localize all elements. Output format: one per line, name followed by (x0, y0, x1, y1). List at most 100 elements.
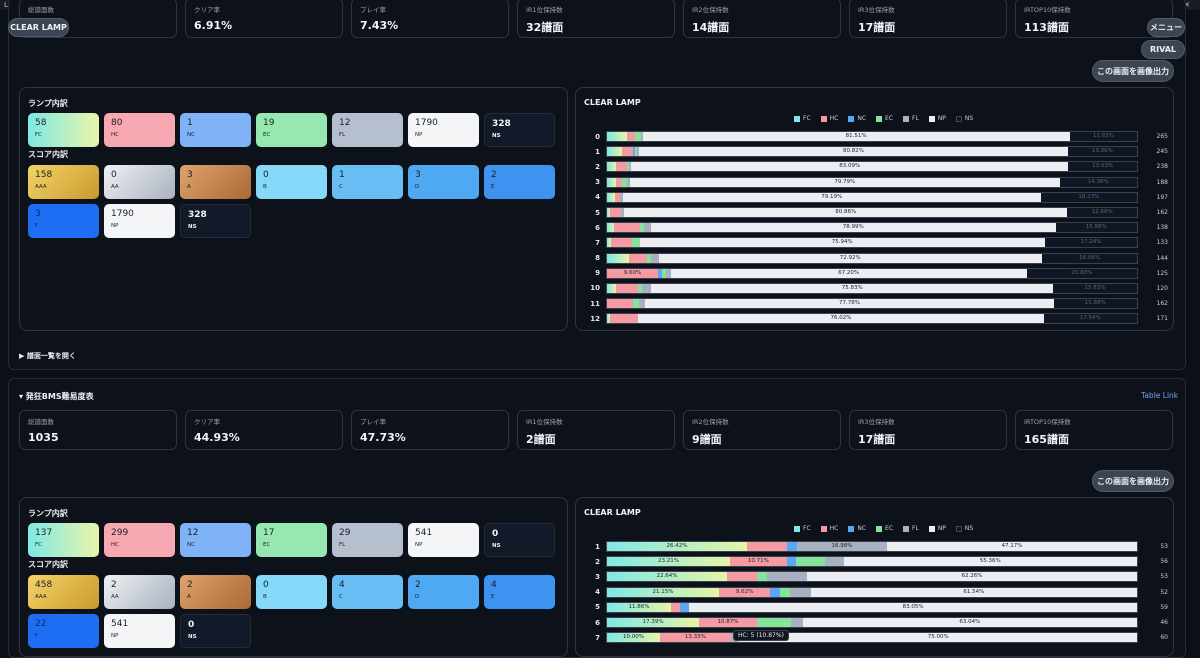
rival-button[interactable]: RIVAL (1141, 40, 1185, 59)
bar-segment-fc[interactable] (607, 177, 616, 187)
bar-segment-fl[interactable] (790, 587, 811, 597)
bar-segment-hc[interactable] (610, 314, 639, 324)
bar-segment-fc[interactable] (607, 162, 616, 172)
stacked-bar[interactable]: 75.83% 15.83% (606, 282, 1138, 294)
bar-segment-hc[interactable] (670, 602, 681, 612)
bar-segment-ns[interactable]: 15.83% (1053, 283, 1137, 293)
bar-segment-ns[interactable]: 15.88% (1055, 223, 1137, 233)
bar-segment-hc[interactable] (726, 572, 757, 582)
bar-segment-nc[interactable] (770, 587, 781, 597)
bar-segment-nc[interactable] (787, 542, 798, 552)
bar-segment-np[interactable]: 80.86% (623, 208, 1068, 218)
stacked-bar[interactable]: 17.39% 10.87% 63.04% (606, 617, 1138, 629)
bar-segment-fc[interactable] (607, 223, 615, 233)
stacked-bar[interactable]: 80.86% 12.68% (606, 207, 1138, 219)
bar-segment-np[interactable]: 75.00% (739, 633, 1137, 643)
bar-segment-ns[interactable]: 13.06% (1067, 147, 1137, 157)
bar-segment-nc[interactable] (680, 602, 690, 612)
menu-button[interactable]: メニュー (1147, 18, 1185, 37)
bar-segment-np[interactable]: 79.19% (622, 192, 1041, 202)
bar-segment-np[interactable]: 75.94% (639, 238, 1045, 248)
stacked-bar[interactable]: 79.79% 14.36% (606, 176, 1138, 188)
bar-segment-ns[interactable]: 17.24% (1044, 238, 1137, 248)
bar-segment-ns[interactable]: 18.06% (1042, 253, 1137, 263)
bar-segment-np[interactable]: 67.20% (670, 268, 1027, 278)
bar-segment-fc[interactable]: 26.42% (607, 542, 747, 552)
bar-segment-ec[interactable] (756, 618, 792, 628)
bar-segment-np[interactable]: 61.54% (810, 587, 1137, 597)
bar-segment-ec[interactable] (796, 557, 825, 567)
stacked-bar[interactable]: 72.92% 18.06% (606, 252, 1138, 264)
bar-segment-ec[interactable] (780, 587, 791, 597)
bar-segment-np[interactable]: 83.05% (689, 602, 1137, 612)
stacked-bar[interactable]: 22.64% 62.26% (606, 571, 1138, 583)
bar-segment-fl[interactable] (824, 557, 844, 567)
bar-segment-hc[interactable]: 9.60% (607, 268, 658, 278)
bar-segment-ns[interactable]: 12.83% (1069, 132, 1137, 142)
stacked-bar[interactable]: 78.99% 15.88% (606, 222, 1138, 234)
stacked-bar[interactable]: 81.51% 12.83% (606, 131, 1138, 143)
bar-segment-ns[interactable]: 12.68% (1067, 208, 1137, 218)
bar-segment-ns[interactable]: 15.88% (1053, 299, 1137, 309)
bar-segment-hc[interactable] (615, 162, 627, 172)
stacked-bar[interactable]: 21.15% 9.62% 61.54% (606, 586, 1138, 598)
bar-segment-hc[interactable] (614, 223, 641, 233)
bar-segment-np[interactable]: 83.09% (631, 162, 1069, 172)
bar-segment-fl[interactable] (643, 223, 651, 233)
bar-segment-nc[interactable] (786, 557, 797, 567)
table-link[interactable]: Table Link (1141, 391, 1178, 400)
bar-segment-fl[interactable]: 16.98% (797, 542, 887, 552)
stacked-bar[interactable]: 75.94% 17.24% (606, 237, 1138, 249)
section-title[interactable]: ▾ 発狂BMS難易度表 (19, 391, 94, 402)
stacked-bar[interactable]: 26.42% 16.98% 47.17% (606, 541, 1138, 553)
clear-lamp-button[interactable]: CLEAR LAMP (8, 18, 69, 37)
bar-segment-hc[interactable] (626, 132, 635, 142)
bar-segment-fl[interactable] (766, 572, 807, 582)
bar-segment-fc[interactable] (607, 192, 615, 202)
bar-segment-np[interactable]: 55.36% (843, 557, 1137, 567)
bar-segment-np[interactable]: 62.26% (806, 572, 1137, 582)
bar-segment-ns[interactable]: 13.03% (1068, 162, 1137, 172)
stacked-bar[interactable]: 79.19% 18.23% (606, 191, 1138, 203)
bar-segment-fl[interactable] (791, 618, 803, 628)
stacked-bar[interactable]: 80.82% 13.06% (606, 146, 1138, 158)
bar-segment-hc[interactable]: 10.71% (730, 557, 787, 567)
bar-segment-np[interactable]: 72.92% (658, 253, 1042, 263)
bar-segment-ns[interactable]: 18.23% (1040, 192, 1137, 202)
export-image-button[interactable]: この画面を画像出力 (1092, 60, 1174, 82)
bar-segment-hc[interactable]: 13.33% (660, 633, 731, 643)
stacked-bar[interactable]: 23.21% 10.71% 55.36% (606, 556, 1138, 568)
bar-segment-fc[interactable]: 10.00% (607, 633, 660, 643)
bar-segment-fc[interactable]: 21.15% (607, 587, 720, 597)
stacked-bar[interactable]: 11.86% 83.05% (606, 601, 1138, 613)
bar-segment-hc[interactable]: 9.62% (719, 587, 771, 597)
bar-segment-ns[interactable]: 20.80% (1026, 268, 1137, 278)
bar-segment-fc[interactable] (607, 253, 630, 263)
bar-segment-hc[interactable] (607, 299, 633, 309)
bar-segment-fl[interactable] (651, 253, 659, 263)
bar-segment-fc[interactable] (607, 147, 623, 157)
bar-segment-np[interactable]: 63.04% (802, 618, 1137, 628)
bar-segment-hc[interactable] (747, 542, 787, 552)
bar-segment-hc[interactable] (616, 283, 639, 293)
bar-segment-hc[interactable] (610, 208, 621, 218)
stacked-bar[interactable]: 9.60% 67.20% 20.80% (606, 267, 1138, 279)
bar-segment-np[interactable]: 78.99% (651, 223, 1056, 233)
bar-segment-fc[interactable] (607, 132, 627, 142)
bar-segment-fc[interactable]: 23.21% (607, 557, 730, 567)
bar-segment-hc[interactable] (622, 147, 633, 157)
bar-segment-ns[interactable]: 17.54% (1043, 314, 1137, 324)
bar-segment-np[interactable]: 75.83% (651, 283, 1054, 293)
bar-segment-fc[interactable] (607, 283, 616, 293)
bar-segment-hc[interactable] (629, 253, 648, 263)
bar-segment-hc[interactable]: 10.87% (699, 618, 757, 628)
bar-segment-fl[interactable] (642, 283, 652, 293)
export-image-button-2[interactable]: この画面を画像出力 (1092, 470, 1174, 492)
bar-segment-np[interactable]: 79.79% (630, 177, 1060, 187)
bar-segment-fc[interactable]: 17.39% (607, 618, 700, 628)
bar-segment-np[interactable]: 77.78% (645, 299, 1054, 309)
bar-segment-np[interactable]: 47.17% (887, 542, 1137, 552)
bar-segment-fc[interactable]: 11.86% (607, 602, 671, 612)
stacked-bar[interactable]: 76.02% 17.54% (606, 313, 1138, 325)
chart-list-expander[interactable]: ▶ 譜面一覧を開く (19, 351, 76, 361)
